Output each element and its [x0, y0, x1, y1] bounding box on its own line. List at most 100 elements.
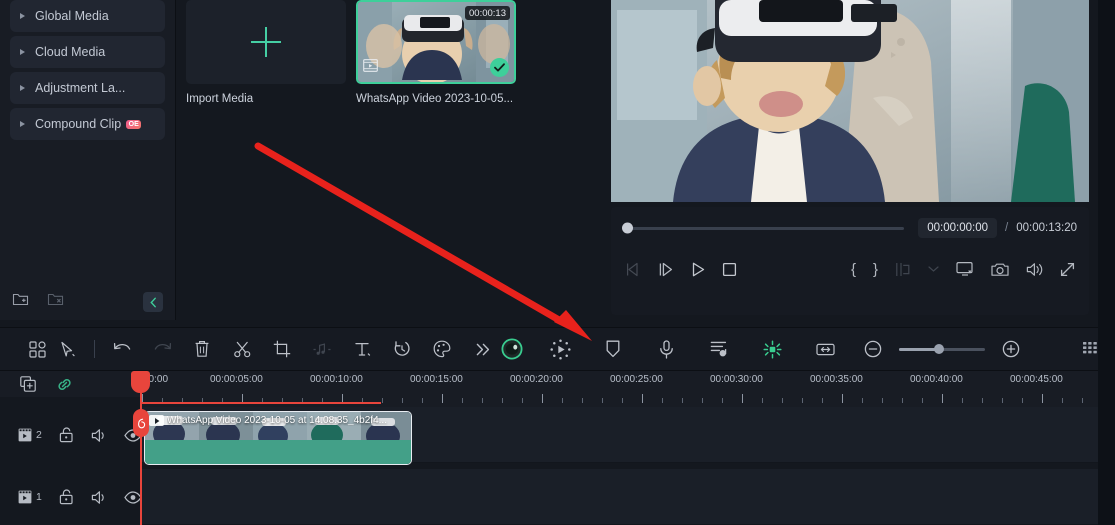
more-options-icon[interactable] [467, 334, 497, 364]
sidebar-item-label: Compound Clip [35, 117, 122, 131]
mark-in-glyph: { [850, 260, 856, 278]
timeline-track-lane-2[interactable]: WhatsApp Video 2023-10-05 at 14.08.35_4b… [140, 407, 1098, 465]
stop-icon[interactable] [722, 262, 737, 277]
chevron-right-icon [20, 13, 25, 19]
ruler-tick [482, 398, 483, 403]
keyframe-icon[interactable] [757, 334, 787, 364]
ruler-tick [522, 398, 523, 403]
new-folder-icon[interactable] [12, 292, 29, 312]
zoom-slider-knob[interactable] [933, 344, 944, 354]
import-media-button[interactable] [186, 0, 346, 84]
timeline-clip[interactable]: WhatsApp Video 2023-10-05 at 14.08.35_4b… [144, 411, 412, 465]
delete-icon[interactable] [187, 334, 217, 364]
delete-folder-icon[interactable] [47, 292, 64, 312]
mute-track-icon[interactable] [91, 490, 107, 505]
volume-icon[interactable] [1026, 262, 1043, 277]
undo-icon[interactable] [107, 334, 137, 364]
preview-transport-row: { } [611, 249, 1089, 289]
ruler-tick [842, 394, 843, 403]
chevron-down-icon[interactable] [928, 265, 939, 273]
toolbar-divider [94, 340, 95, 358]
auto-reframe-icon[interactable] [545, 334, 575, 364]
record-voiceover-icon[interactable] [651, 334, 681, 364]
crop-icon[interactable] [267, 334, 297, 364]
sidebar-item-label: Global Media [35, 9, 109, 23]
timeline-track-lane-1[interactable] [140, 469, 1098, 525]
ruler-tick-label: 00:00:05:00 [210, 374, 263, 385]
ruler-tick [822, 398, 823, 403]
lock-track-icon[interactable] [59, 489, 74, 505]
timeline-ruler[interactable]: 00:00 00:00:05:00 00:00:10:00 00:00:15:0… [140, 371, 1098, 407]
preview-scrubber[interactable] [622, 222, 905, 234]
sidebar-item-cloud-media[interactable]: Cloud Media [10, 36, 165, 68]
timeline-zoom-slider[interactable] [899, 344, 985, 354]
fit-timeline-icon[interactable] [810, 334, 840, 364]
ruler-tick [582, 398, 583, 403]
play-icon[interactable] [691, 262, 706, 277]
split-scissors-icon[interactable] [227, 334, 257, 364]
ruler-tick [782, 398, 783, 403]
link-tracks-icon[interactable] [56, 377, 73, 392]
clip-play-icon [149, 415, 164, 426]
preview-controls: 00:00:00:00 / 00:00:13:20 {} [611, 207, 1089, 315]
total-duration: 00:00:13:20 [1016, 222, 1077, 234]
color-palette-icon[interactable] [427, 334, 457, 364]
playhead-handle[interactable] [131, 371, 150, 393]
detach-audio-icon[interactable] [307, 334, 337, 364]
camera-snapshot-icon[interactable] [991, 262, 1009, 277]
layout-grid-icon[interactable] [22, 334, 52, 364]
track-number: 1 [36, 491, 42, 503]
media-thumbnail[interactable]: 00:00:13 [356, 0, 516, 84]
media-grid: Import Media 00:00:13 WhatsApp Video 202… [176, 0, 605, 105]
previous-frame-icon[interactable] [625, 262, 642, 277]
ruler-tick-label: 00:00:20:00 [510, 374, 563, 385]
add-track-icon[interactable] [20, 376, 36, 392]
fullscreen-icon[interactable] [1060, 262, 1075, 277]
lock-track-icon[interactable] [59, 427, 74, 443]
media-item-cell: 00:00:13 WhatsApp Video 2023-10-05... [356, 0, 516, 105]
ruler-tick [442, 394, 443, 403]
timeline-panel: 00:00 00:00:05:00 00:00:10:00 00:00:15:0… [0, 371, 1115, 525]
next-frame-icon[interactable] [658, 262, 675, 277]
sidebar-item-global-media[interactable]: Global Media [10, 0, 165, 32]
window-right-edge [1098, 0, 1115, 525]
sidebar-item-adjustment-layer[interactable]: Adjustment La... [10, 72, 165, 104]
ruler-tick [1002, 398, 1003, 403]
collapse-panel-button[interactable] [143, 292, 163, 312]
import-media-label: Import Media [186, 93, 254, 105]
mute-track-icon[interactable] [91, 428, 107, 443]
text-icon[interactable] [347, 334, 377, 364]
ruler-tick [662, 398, 663, 403]
timeline-playhead[interactable] [131, 371, 150, 525]
current-timecode[interactable]: 00:00:00:00 [918, 218, 998, 238]
ai-smart-mask-icon[interactable] [497, 334, 527, 364]
mark-in-icon[interactable]: { [851, 262, 856, 277]
mark-out-icon[interactable]: } [873, 262, 878, 277]
select-tool-icon[interactable] [52, 334, 82, 364]
speed-icon[interactable] [387, 334, 417, 364]
duration-badge: 00:00:13 [465, 6, 510, 20]
zoom-in-icon[interactable] [996, 334, 1026, 364]
scrubber-knob[interactable] [622, 222, 633, 234]
library-footer-toolbar [0, 284, 175, 320]
preview-video-display[interactable] [611, 0, 1089, 202]
redo-icon[interactable] [147, 334, 177, 364]
auto-subtitle-icon[interactable] [704, 334, 734, 364]
split-icon[interactable] [895, 262, 911, 277]
playhead-marker-badge[interactable] [133, 409, 149, 437]
ruler-tick [922, 398, 923, 403]
video-file-icon [363, 59, 378, 77]
ruler-tick-label: 00:00:35:00 [810, 374, 863, 385]
ruler-tick-label: 00:00:45:00 [1010, 374, 1063, 385]
chevron-right-icon [20, 121, 25, 127]
display-settings-icon[interactable] [956, 261, 974, 277]
ruler-tick [382, 398, 383, 403]
ruler-tick [942, 394, 943, 403]
zoom-out-icon[interactable] [858, 334, 888, 364]
marker-icon[interactable] [598, 334, 628, 364]
preview-range-bar [140, 402, 381, 404]
sidebar-item-compound-clip[interactable]: Compound Clip OE [10, 108, 165, 140]
ruler-tick [1042, 394, 1043, 403]
video-track-icon: 2 [18, 428, 42, 442]
timeline-tracks: 2 1 WhatsApp Video 2023-10-05 at 14.08.3… [0, 407, 1115, 525]
